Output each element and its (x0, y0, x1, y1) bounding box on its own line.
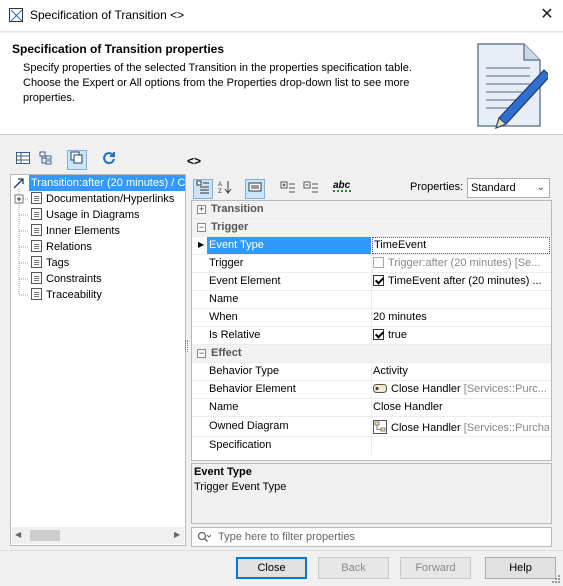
time-event-icon (373, 275, 384, 286)
property-row-owned-diagram[interactable]: Owned Diagram Close Handler [Services::P… (192, 417, 551, 437)
chevron-down-icon: ⌄ (536, 182, 545, 193)
refresh-icon[interactable] (100, 151, 118, 169)
property-row-is-relative[interactable]: Is Relative true (192, 327, 551, 345)
description-toggle-icon[interactable] (245, 179, 265, 199)
svg-text:A: A (218, 182, 222, 188)
spec-tree: Transition:after (20 minutes) / C Docume… (10, 174, 186, 546)
description-text: Trigger Event Type (194, 481, 287, 493)
tree-item-documentation[interactable]: Documentation/Hyperlinks (31, 191, 174, 207)
section-transition[interactable]: + Transition (192, 201, 551, 219)
forward-button[interactable]: Forward (400, 557, 471, 579)
close-window-button[interactable]: ✕ (537, 4, 557, 26)
transition-arrow-icon (13, 178, 24, 189)
svg-text:Z: Z (218, 189, 222, 194)
property-row-behavior-type[interactable]: Behavior Type Activity (192, 363, 551, 381)
copy-icon[interactable] (67, 150, 87, 170)
scroll-right-arrow-icon[interactable]: ▶ (174, 530, 180, 539)
properties-label: Properties: (410, 181, 464, 193)
tree-item-inner-elements[interactable]: Inner Elements (31, 223, 120, 239)
scroll-left-arrow-icon[interactable]: ◀ (15, 530, 21, 539)
property-row-effect-name[interactable]: Name Close Handler (192, 399, 551, 417)
back-button[interactable]: Back (318, 557, 389, 579)
expand-icon[interactable]: + (197, 205, 206, 214)
document-icon (31, 256, 42, 268)
tree-item-tags[interactable]: Tags (31, 255, 69, 271)
property-row-event-element[interactable]: Event Element TimeEvent after (20 minute… (192, 273, 551, 291)
filter-box[interactable] (191, 527, 552, 547)
document-icon (31, 192, 42, 204)
tree-item-relations[interactable]: Relations (31, 239, 92, 255)
property-row-event-type[interactable]: ▶ Event Type TimeEvent (192, 237, 551, 255)
is-relative-checkbox[interactable] (373, 329, 384, 340)
collapse-all-icon[interactable] (302, 180, 320, 198)
property-row-name[interactable]: Name (192, 291, 551, 309)
document-icon (31, 224, 42, 236)
tree-item-traceability[interactable]: Traceability (31, 287, 102, 303)
document-icon (31, 272, 42, 284)
description-title: Event Type (194, 466, 252, 478)
tree-item-usage[interactable]: Usage in Diagrams (31, 207, 140, 223)
document-icon (31, 288, 42, 300)
tree-root[interactable]: Transition:after (20 minutes) / C (11, 175, 185, 191)
categorized-icon[interactable] (193, 179, 213, 199)
spellcheck-icon[interactable]: abc (333, 180, 351, 192)
tree-root-label: Transition:after (20 minutes) / C (29, 175, 185, 191)
app-icon (9, 8, 23, 22)
activity-icon (373, 384, 387, 393)
scroll-thumb[interactable] (30, 530, 60, 541)
document-icon (31, 240, 42, 252)
resize-grip-icon[interactable] (550, 573, 561, 584)
expand-all-icon[interactable] (279, 180, 297, 198)
collapse-icon[interactable]: − (197, 223, 206, 232)
window-title: Specification of Transition <> (30, 8, 185, 22)
filter-input[interactable] (216, 529, 546, 545)
document-edit-icon (477, 43, 548, 130)
document-icon (31, 208, 42, 220)
property-description-panel: Event Type Trigger Event Type (191, 463, 552, 524)
property-row-trigger[interactable]: Trigger Trigger:after (20 minutes) [Se..… (192, 255, 551, 273)
search-icon (197, 531, 211, 543)
property-row-when[interactable]: When 20 minutes (192, 309, 551, 327)
table-view-icon[interactable] (14, 151, 32, 169)
property-grid: + Transition − Trigger ▶ Event Type Time… (191, 200, 552, 461)
header-description: Specify properties of the selected Trans… (23, 62, 412, 104)
row-pointer-icon: ▶ (198, 240, 205, 249)
dialog-header: Specification of Transition properties S… (0, 33, 563, 135)
tree-horizontal-scrollbar[interactable]: ◀ ▶ (12, 527, 184, 544)
property-row-behavior-element[interactable]: Behavior Element Close Handler [Services… (192, 381, 551, 399)
header-title: Specification of Transition properties (12, 42, 225, 56)
property-row-specification[interactable]: Specification (192, 437, 551, 455)
tree-view-icon[interactable] (37, 151, 55, 169)
splitter-handle[interactable] (185, 340, 188, 352)
properties-dropdown[interactable]: Standard ⌄ (467, 178, 550, 198)
trigger-icon (373, 257, 384, 268)
element-name: <> (187, 154, 202, 168)
tree-item-constraints[interactable]: Constraints (31, 271, 102, 287)
help-button[interactable]: Help (485, 557, 556, 579)
diagram-icon (373, 420, 387, 434)
close-button[interactable]: Close (236, 557, 307, 579)
collapse-icon[interactable]: − (197, 349, 206, 358)
title-bar: Specification of Transition <> ✕ (0, 0, 563, 32)
properties-dropdown-value: Standard (471, 182, 516, 194)
sort-alpha-icon[interactable]: AZ (216, 180, 234, 198)
section-trigger[interactable]: − Trigger (192, 219, 551, 237)
section-effect[interactable]: − Effect (192, 345, 551, 363)
